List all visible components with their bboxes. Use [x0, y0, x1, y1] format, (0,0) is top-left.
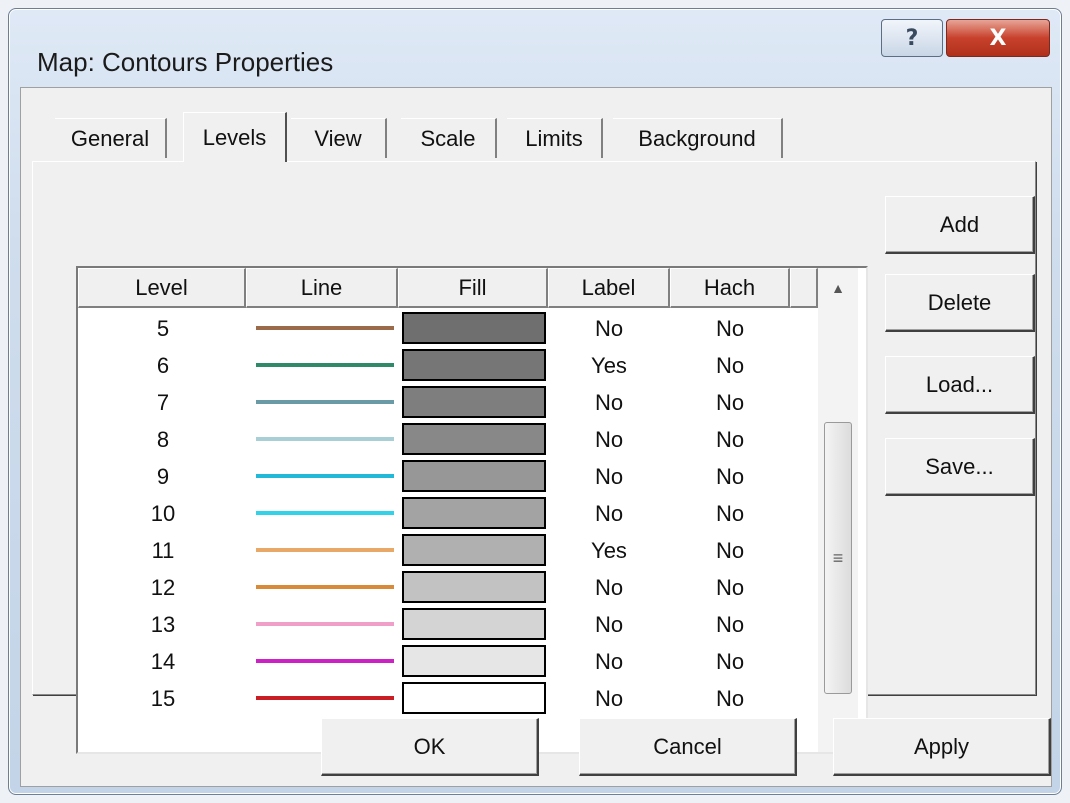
dialog-client-area: General Levels View Scale Limits Backgro…	[20, 87, 1052, 787]
table-row[interactable]: 8 No No	[78, 421, 818, 458]
label-cell[interactable]: Yes	[548, 532, 670, 569]
fill-color-swatch[interactable]	[402, 645, 546, 677]
label-cell[interactable]: No	[548, 310, 670, 347]
label-cell[interactable]: No	[548, 680, 670, 717]
line-color-swatch[interactable]	[256, 696, 394, 700]
level-cell: 10	[150, 500, 176, 526]
fill-color-swatch[interactable]	[402, 534, 546, 566]
column-header-line[interactable]: Line	[246, 268, 398, 308]
fill-color-swatch[interactable]	[402, 497, 546, 529]
table-row[interactable]: 9 No No	[78, 458, 818, 495]
level-cell: 13	[150, 611, 176, 637]
hach-cell[interactable]: No	[670, 495, 790, 532]
label-cell[interactable]: No	[548, 384, 670, 421]
hach-cell[interactable]: No	[670, 606, 790, 643]
hach-cell[interactable]: No	[670, 384, 790, 421]
fill-color-swatch[interactable]	[402, 312, 546, 344]
save-button[interactable]: Save...	[885, 438, 1035, 496]
table-row[interactable]: 7 No No	[78, 384, 818, 421]
line-color-swatch[interactable]	[256, 622, 394, 626]
hach-cell[interactable]: No	[670, 421, 790, 458]
hach-cell[interactable]: No	[670, 458, 790, 495]
line-color-swatch[interactable]	[256, 511, 394, 515]
level-cell: 7	[156, 389, 170, 415]
fill-color-swatch[interactable]	[402, 423, 546, 455]
tab-view[interactable]: View	[291, 118, 387, 158]
hach-cell[interactable]: No	[670, 347, 790, 384]
window-title: Map: Contours Properties	[37, 47, 334, 77]
tab-general[interactable]: General	[55, 118, 167, 158]
label-cell[interactable]: No	[548, 495, 670, 532]
column-header-empty	[790, 268, 818, 308]
hach-cell[interactable]: No	[670, 569, 790, 606]
dialog-window: Map: Contours Properties ? X General Lev…	[8, 8, 1062, 795]
label-cell[interactable]: Yes	[548, 347, 670, 384]
label-cell[interactable]: No	[548, 421, 670, 458]
ok-button[interactable]: OK	[321, 718, 539, 776]
hach-cell[interactable]: No	[670, 643, 790, 680]
table-row[interactable]: 6 Yes No	[78, 347, 818, 384]
tab-background[interactable]: Background	[613, 118, 783, 158]
tab-limits[interactable]: Limits	[507, 118, 603, 158]
level-cell: 5	[156, 315, 170, 341]
level-cell: 15	[150, 685, 176, 711]
line-color-swatch[interactable]	[256, 585, 394, 589]
column-header-fill[interactable]: Fill	[398, 268, 548, 308]
title-bar: Map: Contours Properties ? X	[9, 9, 1061, 89]
scroll-up-icon[interactable]: ▲	[818, 268, 858, 308]
label-cell[interactable]: No	[548, 458, 670, 495]
line-color-swatch[interactable]	[256, 363, 394, 367]
label-cell[interactable]: No	[548, 643, 670, 680]
cancel-button[interactable]: Cancel	[579, 718, 797, 776]
level-cell: 8	[156, 426, 170, 452]
fill-color-swatch[interactable]	[402, 349, 546, 381]
line-color-swatch[interactable]	[256, 400, 394, 404]
grip-icon: ≡	[832, 547, 844, 568]
delete-button[interactable]: Delete	[885, 274, 1035, 332]
line-color-swatch[interactable]	[256, 326, 394, 330]
table-row[interactable]: 10 No No	[78, 495, 818, 532]
level-cell: 9	[156, 463, 170, 489]
line-color-swatch[interactable]	[256, 474, 394, 478]
table-row[interactable]: 15 No No	[78, 680, 818, 717]
close-button[interactable]: X	[946, 19, 1050, 57]
fill-color-swatch[interactable]	[402, 386, 546, 418]
table-row[interactable]: 13 No No	[78, 606, 818, 643]
table-row[interactable]: 14 No No	[78, 643, 818, 680]
line-color-swatch[interactable]	[256, 437, 394, 441]
column-header-level[interactable]: Level	[78, 268, 246, 308]
label-cell[interactable]: No	[548, 569, 670, 606]
level-cell: 14	[150, 648, 176, 674]
hach-cell[interactable]: No	[670, 532, 790, 569]
help-button[interactable]: ?	[881, 19, 943, 57]
fill-color-swatch[interactable]	[402, 460, 546, 492]
vertical-scrollbar[interactable]: ▲ ≡ ▼	[818, 268, 858, 752]
fill-color-swatch[interactable]	[402, 571, 546, 603]
levels-list[interactable]: Level Line Fill Label Hach 5 No No 6 Yes No 7 N…	[76, 266, 868, 754]
column-header-hach[interactable]: Hach	[670, 268, 790, 308]
line-color-swatch[interactable]	[256, 548, 394, 552]
apply-button[interactable]: Apply	[833, 718, 1051, 776]
load-button[interactable]: Load...	[885, 356, 1035, 414]
level-cell: 6	[156, 352, 170, 378]
hach-cell[interactable]: No	[670, 310, 790, 347]
table-row[interactable]: 12 No No	[78, 569, 818, 606]
table-row[interactable]: 11 Yes No	[78, 532, 818, 569]
hach-cell[interactable]: No	[670, 680, 790, 717]
fill-color-swatch[interactable]	[402, 608, 546, 640]
tab-scale[interactable]: Scale	[401, 118, 497, 158]
label-cell[interactable]: No	[548, 606, 670, 643]
tab-levels[interactable]: Levels	[183, 112, 287, 162]
add-button[interactable]: Add	[885, 196, 1035, 254]
column-header-label[interactable]: Label	[548, 268, 670, 308]
fill-color-swatch[interactable]	[402, 682, 546, 714]
level-cell: 12	[150, 574, 176, 600]
level-cell: 11	[151, 537, 175, 563]
line-color-swatch[interactable]	[256, 659, 394, 663]
scrollbar-thumb[interactable]: ≡	[824, 422, 852, 694]
table-row[interactable]: 5 No No	[78, 310, 818, 347]
